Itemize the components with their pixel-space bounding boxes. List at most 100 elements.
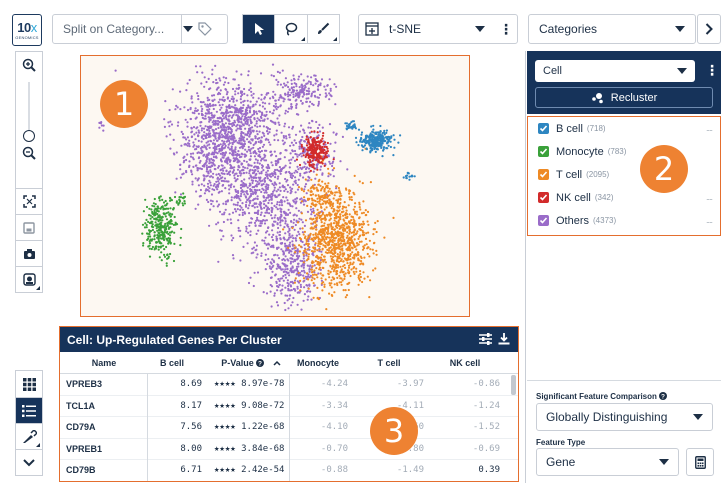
group-select[interactable]: Cell xyxy=(535,60,695,82)
monocyte-value: -4.10 xyxy=(320,422,348,433)
gene-name[interactable]: VPREB3 xyxy=(60,379,142,389)
callout-badge-plot: 1 xyxy=(100,80,148,128)
projection-menu-icon[interactable]: ⋮ xyxy=(499,22,513,36)
recluster-label: Recluster xyxy=(610,91,658,104)
feature-type-select[interactable]: Gene xyxy=(536,448,679,476)
brush-tool-button[interactable] xyxy=(306,15,339,43)
camera-settings-icon xyxy=(22,273,36,286)
column-header-monocyte[interactable]: Monocyte xyxy=(288,358,354,368)
group-menu-icon[interactable]: ⋮ xyxy=(705,63,719,77)
legend-count: (2095) xyxy=(586,170,610,179)
capture-settings-button[interactable] xyxy=(16,266,42,292)
violin-plot-button[interactable] xyxy=(16,423,42,449)
10x-genomics-logo: 10x GENOMICS xyxy=(12,14,42,46)
legend-label: NK cell xyxy=(556,191,591,204)
monocyte-value: -4.24 xyxy=(320,379,348,390)
b-cell-value: 8.00 xyxy=(180,443,202,454)
column-header-p-value[interactable]: P-Value ? xyxy=(208,358,288,368)
gene-name[interactable]: VPREB1 xyxy=(60,444,142,454)
b-cell-value: 7.56 xyxy=(180,422,202,433)
save-button[interactable] xyxy=(16,214,42,240)
table-scrollbar[interactable] xyxy=(511,375,516,395)
monocyte-value: -0.70 xyxy=(320,443,348,454)
selection-tools xyxy=(242,14,340,44)
legend-more-icon[interactable]: .... xyxy=(706,123,713,133)
p-value: ★★★★ 8.97e-78 xyxy=(214,379,285,390)
comparison-heading: Significant Feature Comparison ? xyxy=(536,392,668,401)
grid-view-button[interactable] xyxy=(16,371,42,397)
grid-icon xyxy=(22,377,36,391)
monocyte-value: -0.88 xyxy=(320,465,348,476)
legend-item[interactable]: B cell (718) .... xyxy=(528,117,720,140)
column-header-t-cell[interactable]: T cell xyxy=(354,358,430,368)
submenu-indicator xyxy=(332,37,337,41)
legend-item[interactable]: T cell (2095) xyxy=(528,163,720,186)
recluster-button[interactable]: Recluster xyxy=(535,87,713,108)
zoom-out-icon[interactable] xyxy=(22,146,36,165)
zoom-control xyxy=(16,52,42,188)
help-icon[interactable]: ? xyxy=(256,358,265,367)
checkbox[interactable] xyxy=(538,169,549,180)
filter-sliders-icon[interactable] xyxy=(479,333,492,345)
legend-count: (4373) xyxy=(593,216,617,225)
legend-item[interactable]: Monocyte (783) xyxy=(528,140,720,163)
column-header-b-cell[interactable]: B cell xyxy=(142,358,208,368)
group-select-value: Cell xyxy=(543,65,562,77)
sort-ascending-icon[interactable] xyxy=(273,360,281,366)
pointer-tool-button[interactable] xyxy=(243,15,275,43)
chevron-right-icon xyxy=(705,23,713,35)
legend-item[interactable]: Others (4373) .... xyxy=(528,209,720,232)
b-cell-value: 8.69 xyxy=(180,379,202,390)
checkbox[interactable] xyxy=(538,215,549,226)
legend-item[interactable]: NK cell (342) .... xyxy=(528,186,720,209)
download-icon[interactable] xyxy=(498,333,510,345)
split-on-category-select[interactable]: Split on Category... xyxy=(52,14,228,44)
list-view-button[interactable] xyxy=(16,397,42,423)
checkbox[interactable] xyxy=(538,123,549,134)
nk-cell-value: -1.24 xyxy=(472,400,500,411)
gene-name[interactable]: CD79A xyxy=(60,422,142,432)
b-cell-value: 6.71 xyxy=(180,465,202,476)
legend-label: B cell xyxy=(556,122,583,135)
reset-view-button[interactable] xyxy=(16,188,42,214)
calculator-button[interactable] xyxy=(686,448,714,476)
zoom-slider-track[interactable] xyxy=(28,82,30,130)
submenu-indicator xyxy=(300,37,305,41)
gene-table: Cell: Up-Regulated Genes Per Cluster Nam… xyxy=(59,326,519,482)
screenshot-button[interactable] xyxy=(16,240,42,266)
checkbox[interactable] xyxy=(538,146,549,157)
column-header-nk-cell[interactable]: NK cell xyxy=(430,358,506,368)
tag-button[interactable] xyxy=(181,15,227,43)
save-icon xyxy=(23,221,35,234)
p-value: ★★★★ 9.08e-72 xyxy=(214,400,285,411)
column-header-name[interactable]: Name xyxy=(60,358,142,368)
list-icon xyxy=(22,404,36,417)
expand-more-button[interactable] xyxy=(16,449,42,475)
svg-text:?: ? xyxy=(258,360,262,367)
lasso-tool-button[interactable] xyxy=(274,15,307,43)
projection-icon xyxy=(365,22,379,36)
calculator-icon xyxy=(694,455,706,469)
gene-name[interactable]: TCL1A xyxy=(60,401,142,411)
gene-name[interactable]: CD79B xyxy=(60,465,142,475)
tag-icon xyxy=(197,22,212,36)
projection-select[interactable]: t-SNE ⋮ xyxy=(358,14,518,44)
svg-text:?: ? xyxy=(661,393,665,400)
zoom-in-icon[interactable] xyxy=(22,58,36,77)
paintbrush-icon xyxy=(318,22,330,34)
collapse-panel-button[interactable] xyxy=(697,14,721,44)
table-title: Cell: Up-Regulated Genes Per Cluster xyxy=(67,332,282,347)
help-icon[interactable]: ? xyxy=(659,392,668,400)
zoom-slider-handle[interactable] xyxy=(23,130,35,142)
cluster-legend: B cell (718) .... Monocyte (783) T cell … xyxy=(527,116,721,236)
chevron-down-icon xyxy=(23,458,35,466)
checkbox[interactable] xyxy=(538,192,549,203)
categories-select[interactable]: Categories xyxy=(528,14,696,44)
b-cell-value: 8.17 xyxy=(180,400,202,411)
legend-more-icon[interactable]: .... xyxy=(706,192,713,202)
legend-count: (342) xyxy=(594,193,614,202)
legend-more-icon[interactable]: .... xyxy=(706,215,713,225)
submenu-indicator xyxy=(36,286,40,290)
comparison-select[interactable]: Globally Distinguishing xyxy=(536,403,713,431)
p-value: ★★★★ 2.42e-54 xyxy=(214,465,285,476)
